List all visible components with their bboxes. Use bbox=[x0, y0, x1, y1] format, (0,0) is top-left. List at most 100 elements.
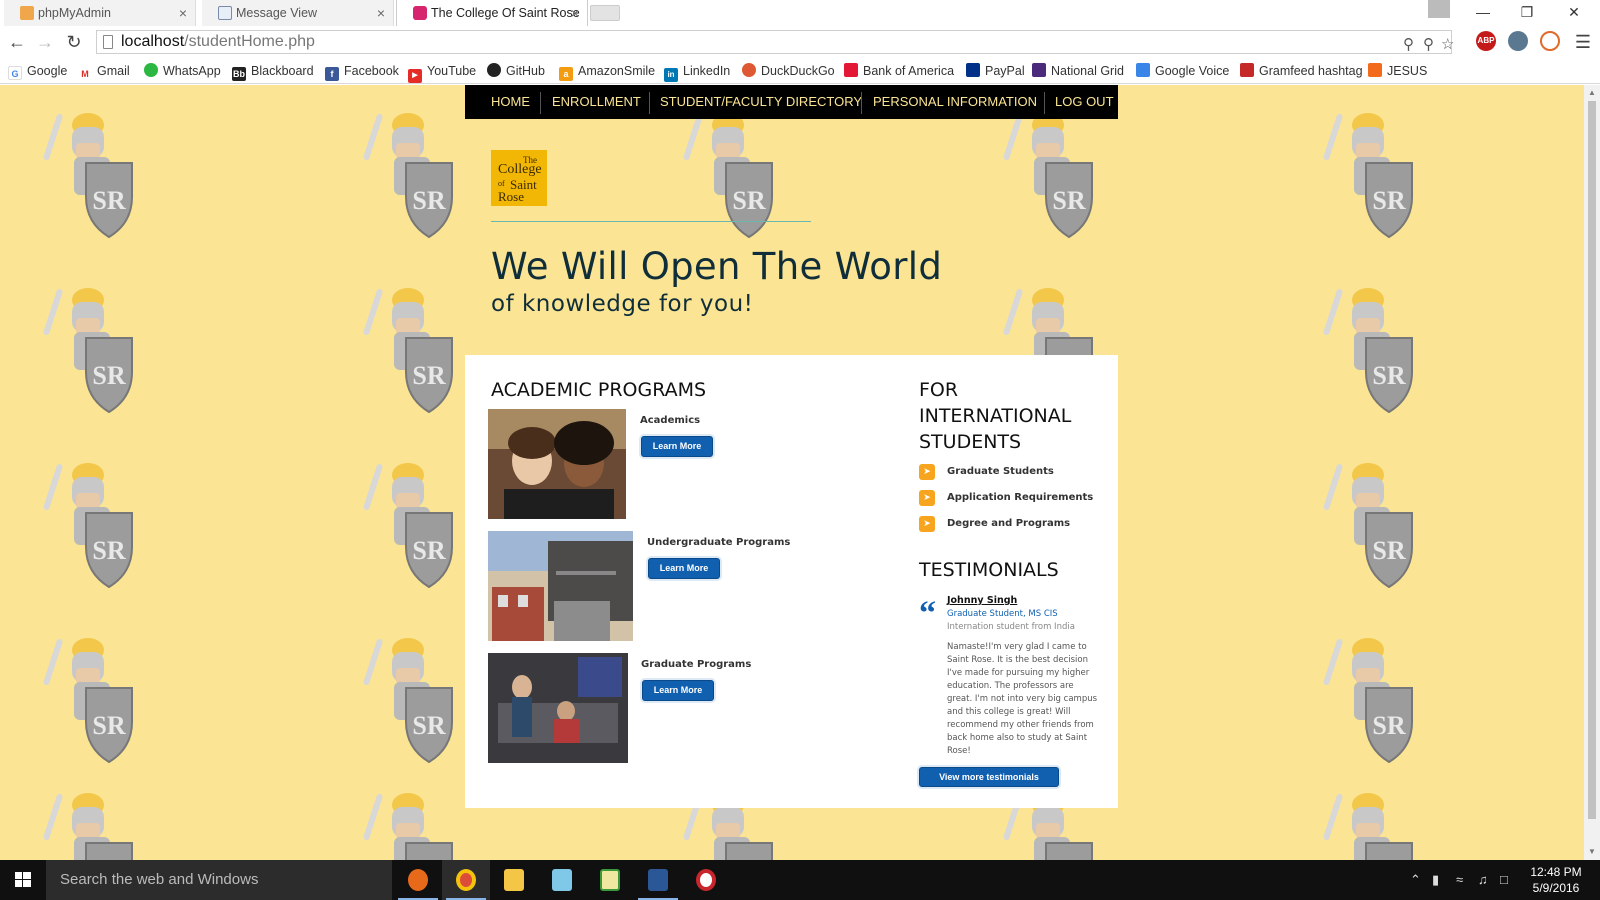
knight-mascot-background-icon bbox=[1321, 112, 1413, 238]
arrow-right-icon: ➤ bbox=[919, 490, 935, 506]
academic-programs-heading: ACADEMIC PROGRAMS bbox=[491, 379, 707, 401]
tab-close-icon[interactable]: × bbox=[571, 0, 579, 26]
nav-student-faculty-directory[interactable]: STUDENT/FACULTY DIRECTORY bbox=[660, 85, 862, 119]
browser-tab-strip: phpMyAdmin × Message View × The College … bbox=[0, 0, 1600, 26]
scroll-up-icon[interactable]: ▲ bbox=[1588, 88, 1596, 97]
bookmark-google[interactable]: G Google bbox=[8, 62, 67, 80]
tab-close-icon[interactable]: × bbox=[377, 0, 385, 26]
window-close-icon[interactable]: ✕ bbox=[1552, 0, 1596, 26]
eye-extension-icon[interactable] bbox=[1508, 31, 1528, 51]
adblock-icon[interactable]: ABP bbox=[1476, 31, 1496, 51]
bookmark-gramfeed-hashtag[interactable]: Gramfeed hashtag bbox=[1240, 62, 1363, 80]
menu-icon[interactable]: ☰ bbox=[1572, 32, 1594, 52]
word-icon[interactable] bbox=[634, 860, 682, 900]
windows-start-icon[interactable] bbox=[0, 860, 46, 900]
wifi-icon[interactable]: ≈ bbox=[1456, 872, 1463, 887]
taskbar-clock[interactable]: 12:48 PM 5/9/2016 bbox=[1526, 864, 1586, 896]
show-hidden-icons-icon[interactable]: ⌃ bbox=[1410, 872, 1421, 888]
bookmark-national-grid[interactable]: National Grid bbox=[1032, 62, 1124, 80]
url-text[interactable]: localhost/studentHome.php bbox=[121, 33, 315, 51]
bookmark-paypal[interactable]: PayPal bbox=[966, 62, 1025, 80]
knight-mascot-background-icon bbox=[41, 637, 133, 763]
amazon-icon: a bbox=[559, 67, 573, 81]
rainbow-extension-icon[interactable] bbox=[1540, 31, 1560, 51]
scrollbar-thumb[interactable] bbox=[1588, 101, 1596, 819]
learn-more-button[interactable]: Learn More bbox=[641, 436, 713, 457]
phpmyadmin-favicon-icon bbox=[20, 6, 34, 20]
knight-mascot-background-icon bbox=[41, 287, 133, 413]
nav-personal-information[interactable]: PERSONAL INFORMATION bbox=[873, 85, 1037, 119]
knight-mascot-background-icon bbox=[361, 287, 453, 413]
bookmark-bank-of-america[interactable]: Bank of America bbox=[844, 62, 954, 80]
google-icon: G bbox=[8, 66, 22, 80]
facebook-icon: f bbox=[325, 67, 339, 81]
learn-more-button[interactable]: Learn More bbox=[648, 558, 720, 579]
zoom-icon[interactable]: ⚲ bbox=[1403, 35, 1414, 53]
restore-icon[interactable]: ❐ bbox=[1505, 0, 1549, 26]
bookmark-star-icon[interactable]: ☆ bbox=[1441, 35, 1454, 53]
volume-icon[interactable]: ♫ bbox=[1478, 872, 1488, 887]
back-arrow-icon[interactable]: ← bbox=[6, 32, 28, 52]
knight-mascot-background-icon bbox=[1321, 462, 1413, 588]
bookmark-amazonsmile[interactable]: a AmazonSmile bbox=[559, 62, 655, 81]
chrome-icon[interactable] bbox=[442, 860, 490, 900]
testimonial-role: Graduate Student, MS CIS bbox=[947, 609, 1058, 619]
file-explorer-icon[interactable] bbox=[490, 860, 538, 900]
nav-log-out[interactable]: LOG OUT bbox=[1055, 85, 1114, 119]
nav-divider bbox=[649, 92, 650, 114]
nav-home[interactable]: HOME bbox=[491, 85, 530, 119]
undergraduate-photo[interactable] bbox=[488, 531, 633, 641]
bookmark-google-voice[interactable]: Google Voice bbox=[1136, 62, 1229, 80]
windows-taskbar: Search the web and Windows ⌃ ▮ ≈ ♫ □ 12:… bbox=[0, 860, 1600, 900]
content-panel: ACADEMIC PROGRAMS Academics Learn More U… bbox=[465, 355, 1118, 808]
testimonial-author[interactable]: Johnny Singh bbox=[947, 595, 1017, 606]
bookmark-gmail[interactable]: M Gmail bbox=[78, 62, 130, 81]
academics-photo[interactable] bbox=[488, 409, 626, 519]
graduate-photo[interactable] bbox=[488, 653, 628, 763]
nav-divider bbox=[540, 92, 541, 114]
nav-enrollment[interactable]: ENROLLMENT bbox=[552, 85, 641, 119]
bookmark-facebook[interactable]: f Facebook bbox=[325, 62, 399, 81]
tab-message-view[interactable]: Message View × bbox=[202, 0, 394, 26]
knight-mascot-background-icon bbox=[41, 112, 133, 238]
firefox-icon[interactable] bbox=[394, 860, 442, 900]
reload-icon[interactable]: ↻ bbox=[63, 32, 85, 52]
forward-arrow-icon[interactable]: → bbox=[34, 32, 56, 52]
taskbar-search-input[interactable]: Search the web and Windows bbox=[46, 860, 392, 900]
learn-more-button[interactable]: Learn More bbox=[642, 680, 714, 701]
bookmark-jesus[interactable]: JESUS bbox=[1368, 62, 1427, 80]
testimonials-heading: TESTIMONIALS bbox=[919, 559, 1059, 581]
gmail-icon: M bbox=[78, 67, 92, 81]
key-icon[interactable]: ⚲ bbox=[1423, 35, 1434, 53]
knight-mascot-background-icon bbox=[361, 637, 453, 763]
media-icon[interactable] bbox=[682, 860, 730, 900]
knight-mascot-background-icon bbox=[1321, 637, 1413, 763]
page-viewport: SR HOME ENROLLMENT STUDENT/FACULTY DIREC… bbox=[0, 85, 1584, 860]
notifications-icon[interactable]: □ bbox=[1500, 872, 1508, 887]
tab-phpmyadmin[interactable]: phpMyAdmin × bbox=[4, 0, 196, 26]
page-icon bbox=[103, 35, 113, 49]
new-tab-button[interactable] bbox=[590, 5, 620, 21]
knight-mascot-background-icon bbox=[361, 112, 453, 238]
battery-icon[interactable]: ▮ bbox=[1432, 872, 1439, 888]
view-more-testimonials-button[interactable]: View more testimonials bbox=[919, 767, 1059, 787]
jesus-icon bbox=[1368, 63, 1382, 77]
bookmark-blackboard[interactable]: Bb Blackboard bbox=[232, 62, 314, 81]
bookmark-linkedin[interactable]: in LinkedIn bbox=[664, 62, 730, 82]
national-grid-icon bbox=[1032, 63, 1046, 77]
app-icon[interactable] bbox=[538, 860, 586, 900]
minimize-icon[interactable]: — bbox=[1461, 0, 1505, 26]
address-bar[interactable]: localhost/studentHome.php ⚲ ⚲ ☆ bbox=[96, 30, 1454, 54]
spreadsheet-icon[interactable] bbox=[586, 860, 634, 900]
page-scrollbar[interactable]: ▲ ▼ bbox=[1584, 85, 1600, 860]
bookmark-github[interactable]: GitHub bbox=[487, 62, 545, 80]
tab-close-icon[interactable]: × bbox=[179, 0, 187, 26]
tab-college-of-saint-rose[interactable]: The College Of Saint Rose × bbox=[396, 0, 588, 26]
bookmark-duckduckgo[interactable]: DuckDuckGo bbox=[742, 62, 835, 80]
bookmark-youtube[interactable]: ▶ YouTube bbox=[408, 62, 476, 83]
knight-mascot-background-icon bbox=[1321, 792, 1413, 860]
bookmark-whatsapp[interactable]: WhatsApp bbox=[144, 62, 221, 80]
scroll-down-icon[interactable]: ▼ bbox=[1588, 847, 1596, 856]
profile-icon[interactable] bbox=[1428, 0, 1450, 18]
college-logo[interactable]: The College of Saint Rose bbox=[491, 150, 547, 206]
